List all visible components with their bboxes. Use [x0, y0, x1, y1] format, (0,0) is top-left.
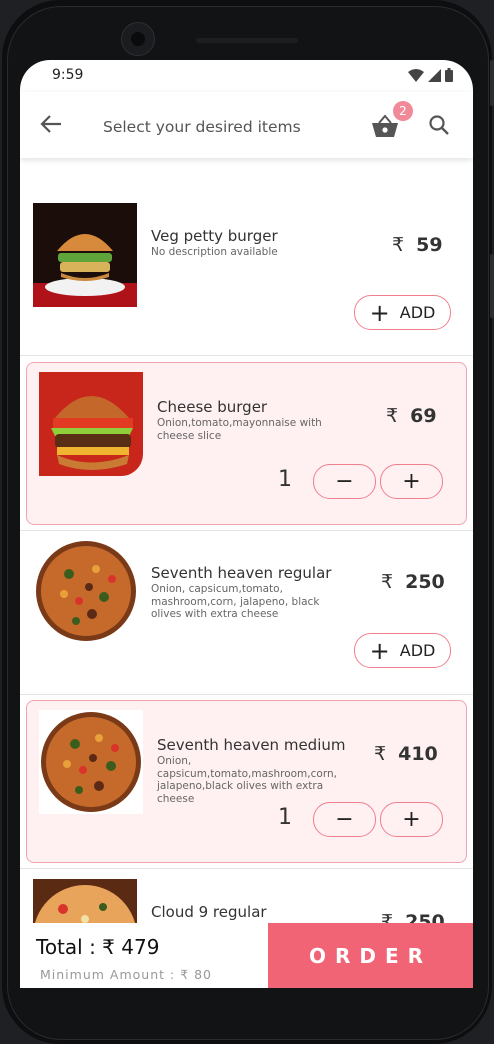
item-description: Onion, capsicum,tomato,mashroom,corn, ja… [157, 755, 337, 805]
item-image [39, 710, 143, 814]
app-screen: 9:59 Select your desired items 2 Veg pet… [20, 60, 473, 988]
item-name: Cloud 9 regular [151, 903, 267, 921]
order-footer: Total : ₹ 479 Minimum Amount : ₹ 80 ORDE… [20, 923, 473, 988]
list-item-selected[interactable]: Cheese burger Onion,tomato,mayonnaise wi… [26, 362, 467, 525]
list-item[interactable]: Cloud 9 regular ₹250 [20, 868, 473, 926]
minimum-amount: Minimum Amount : ₹ 80 [40, 967, 213, 982]
plus-icon: + [402, 469, 421, 494]
quantity-value: 1 [278, 467, 292, 492]
volume-button [490, 60, 494, 106]
total-amount: Total : ₹ 479 [36, 935, 160, 959]
list-item[interactable]: Veg petty burger No description availabl… [20, 158, 473, 356]
back-arrow-icon[interactable] [40, 114, 62, 134]
status-time: 9:59 [52, 67, 84, 83]
price-value: 410 [398, 743, 438, 765]
price-value: 59 [416, 234, 443, 256]
item-price: ₹410 [374, 743, 438, 765]
minus-icon: − [335, 469, 354, 494]
decrement-button[interactable]: − [313, 464, 376, 499]
page-title: Select your desired items [103, 118, 301, 136]
minus-icon: − [335, 807, 354, 832]
increment-button[interactable]: + [380, 802, 443, 837]
plus-icon: + [369, 636, 390, 665]
order-button[interactable]: ORDER [268, 923, 473, 988]
item-description: No description available [151, 246, 278, 258]
item-description: Onion, capsicum,tomato, mashroom,corn, j… [151, 583, 320, 620]
price-value: 69 [410, 405, 437, 427]
plus-icon: + [402, 807, 421, 832]
menu-item-list[interactable]: Veg petty burger No description availabl… [20, 158, 473, 926]
currency-symbol: ₹ [386, 405, 399, 427]
add-button[interactable]: + ADD [354, 295, 451, 330]
item-price: ₹69 [386, 405, 437, 427]
item-price: ₹250 [381, 571, 445, 593]
front-camera [121, 22, 155, 56]
item-image [33, 203, 137, 307]
list-item-selected[interactable]: Seventh heaven medium Onion, capsicum,to… [26, 700, 467, 863]
item-name: Seventh heaven regular [151, 564, 332, 582]
item-image [34, 539, 138, 643]
app-bar: Select your desired items 2 [20, 92, 473, 158]
order-label: ORDER [308, 943, 433, 968]
item-price: ₹59 [392, 234, 443, 256]
item-image [33, 879, 137, 926]
item-name: Seventh heaven medium [157, 736, 346, 754]
increment-button[interactable]: + [380, 464, 443, 499]
decrement-button[interactable]: − [313, 802, 376, 837]
status-bar: 9:59 [20, 60, 473, 92]
search-icon[interactable] [428, 114, 450, 136]
add-label: ADD [399, 303, 436, 322]
item-name: Veg petty burger [151, 227, 278, 245]
plus-icon: + [369, 298, 390, 327]
currency-symbol: ₹ [374, 743, 387, 765]
add-label: ADD [399, 641, 436, 660]
price-value: 250 [405, 571, 445, 593]
list-item[interactable]: Seventh heaven regular Onion, capsicum,t… [20, 530, 473, 695]
currency-symbol: ₹ [381, 571, 394, 593]
cart-count-badge: 2 [393, 101, 413, 121]
power-button [490, 254, 494, 318]
earpiece-speaker [196, 38, 298, 43]
add-button[interactable]: + ADD [354, 633, 451, 668]
item-image [39, 372, 143, 476]
item-description: Onion,tomato,mayonnaise with cheese slic… [157, 417, 322, 442]
item-name: Cheese burger [157, 398, 268, 416]
wifi-icon [408, 68, 424, 82]
battery-icon [445, 68, 453, 82]
currency-symbol: ₹ [392, 234, 405, 256]
quantity-value: 1 [278, 805, 292, 830]
status-icons [408, 68, 453, 82]
signal-icon [428, 68, 441, 82]
